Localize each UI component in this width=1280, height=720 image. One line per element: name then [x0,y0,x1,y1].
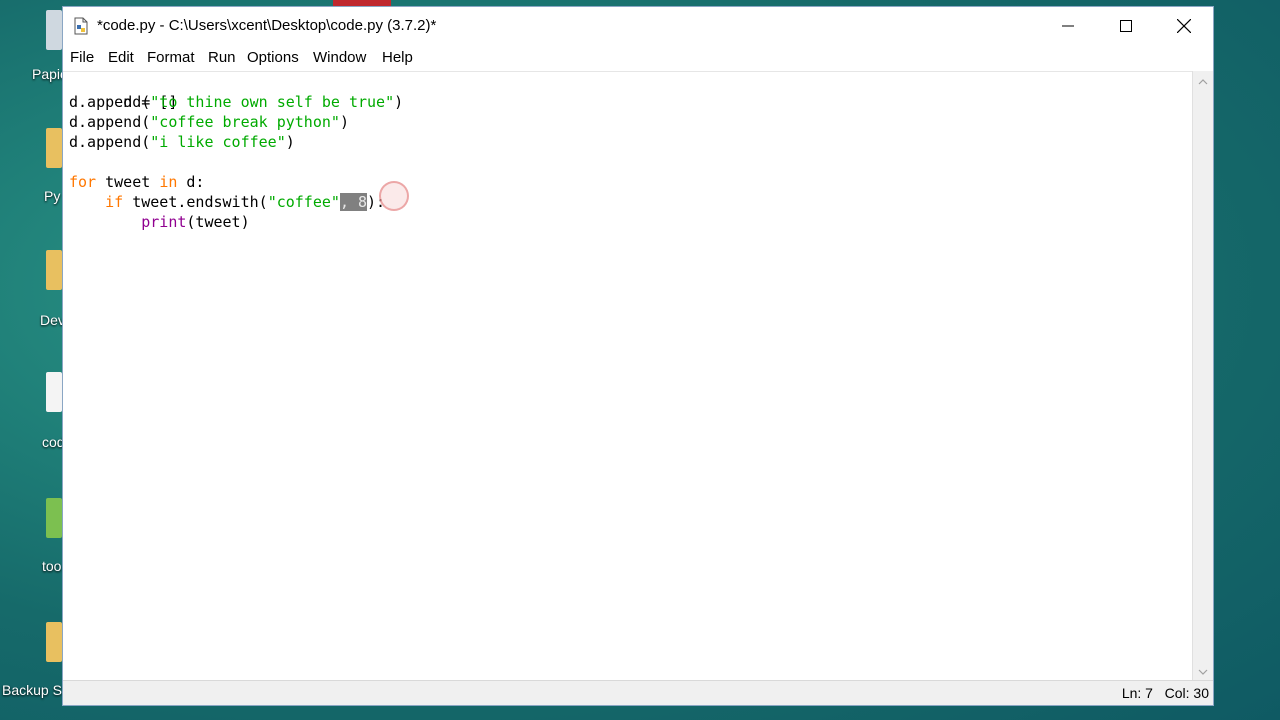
close-icon [1177,19,1191,33]
cursor-position: Ln: 7 Col: 30 [1121,685,1209,701]
folder-icon [46,128,62,168]
status-bar: Ln: 7 Col: 30 [63,680,1213,705]
idle-editor-window: *code.py - C:\Users\xcent\Desktop\code.p… [62,6,1214,706]
folder-icon [46,250,62,290]
menu-format[interactable]: Format [147,49,195,66]
menu-file[interactable]: File [70,49,94,66]
text-selection: , 8 [339,193,368,211]
code-line-7: if tweet.endswith("coffee", 8): [105,193,386,211]
close-button[interactable] [1155,7,1213,45]
desktop-icon-backup[interactable]: Backup S [0,622,62,702]
code-line-1: d = [] [123,93,178,111]
scroll-up-icon[interactable] [1198,79,1208,85]
menu-help[interactable]: Help [382,49,413,66]
minimize-button[interactable] [1039,7,1097,45]
menu-bar: File Edit Format Run Options Window Help [63,45,1213,71]
maximize-button[interactable] [1097,7,1155,45]
desktop-icon-cod[interactable]: cod [0,372,65,452]
window-title: *code.py - C:\Users\xcent\Desktop\code.p… [97,17,437,34]
desktop-icon-py[interactable]: Py [0,128,62,208]
mouse-cursor-highlight [379,181,409,211]
folder-icon [46,622,62,662]
menu-window[interactable]: Window [313,49,366,66]
vertical-scrollbar[interactable] [1192,71,1213,681]
menu-options[interactable]: Options [247,49,299,66]
recycle-bin-icon [46,10,62,50]
menu-run[interactable]: Run [208,49,236,66]
code-line-2: d.append("to thine own self be true") [69,93,404,111]
code-line-8: print(tweet) [141,213,250,231]
code-editor[interactable]: d = [] d.append("to thine own self be tr… [63,71,1193,681]
file-icon [46,372,62,412]
minimize-icon [1062,25,1074,27]
desktop-icon-dev[interactable]: Dev [0,250,65,330]
desktop-icon-papie[interactable]: Papie [0,10,68,90]
code-line-3: d.append("coffee break python") [69,113,349,131]
maximize-icon [1120,20,1132,32]
menu-edit[interactable]: Edit [108,49,134,66]
python-file-icon [74,17,88,35]
scroll-down-icon[interactable] [1198,669,1208,675]
code-line-4: d.append("i like coffee") [69,133,295,151]
desktop-icon-too[interactable]: too [0,498,62,578]
title-bar[interactable]: *code.py - C:\Users\xcent\Desktop\code.p… [63,7,1213,45]
app-icon [46,498,62,538]
code-line-6: for tweet in d: [69,173,205,191]
